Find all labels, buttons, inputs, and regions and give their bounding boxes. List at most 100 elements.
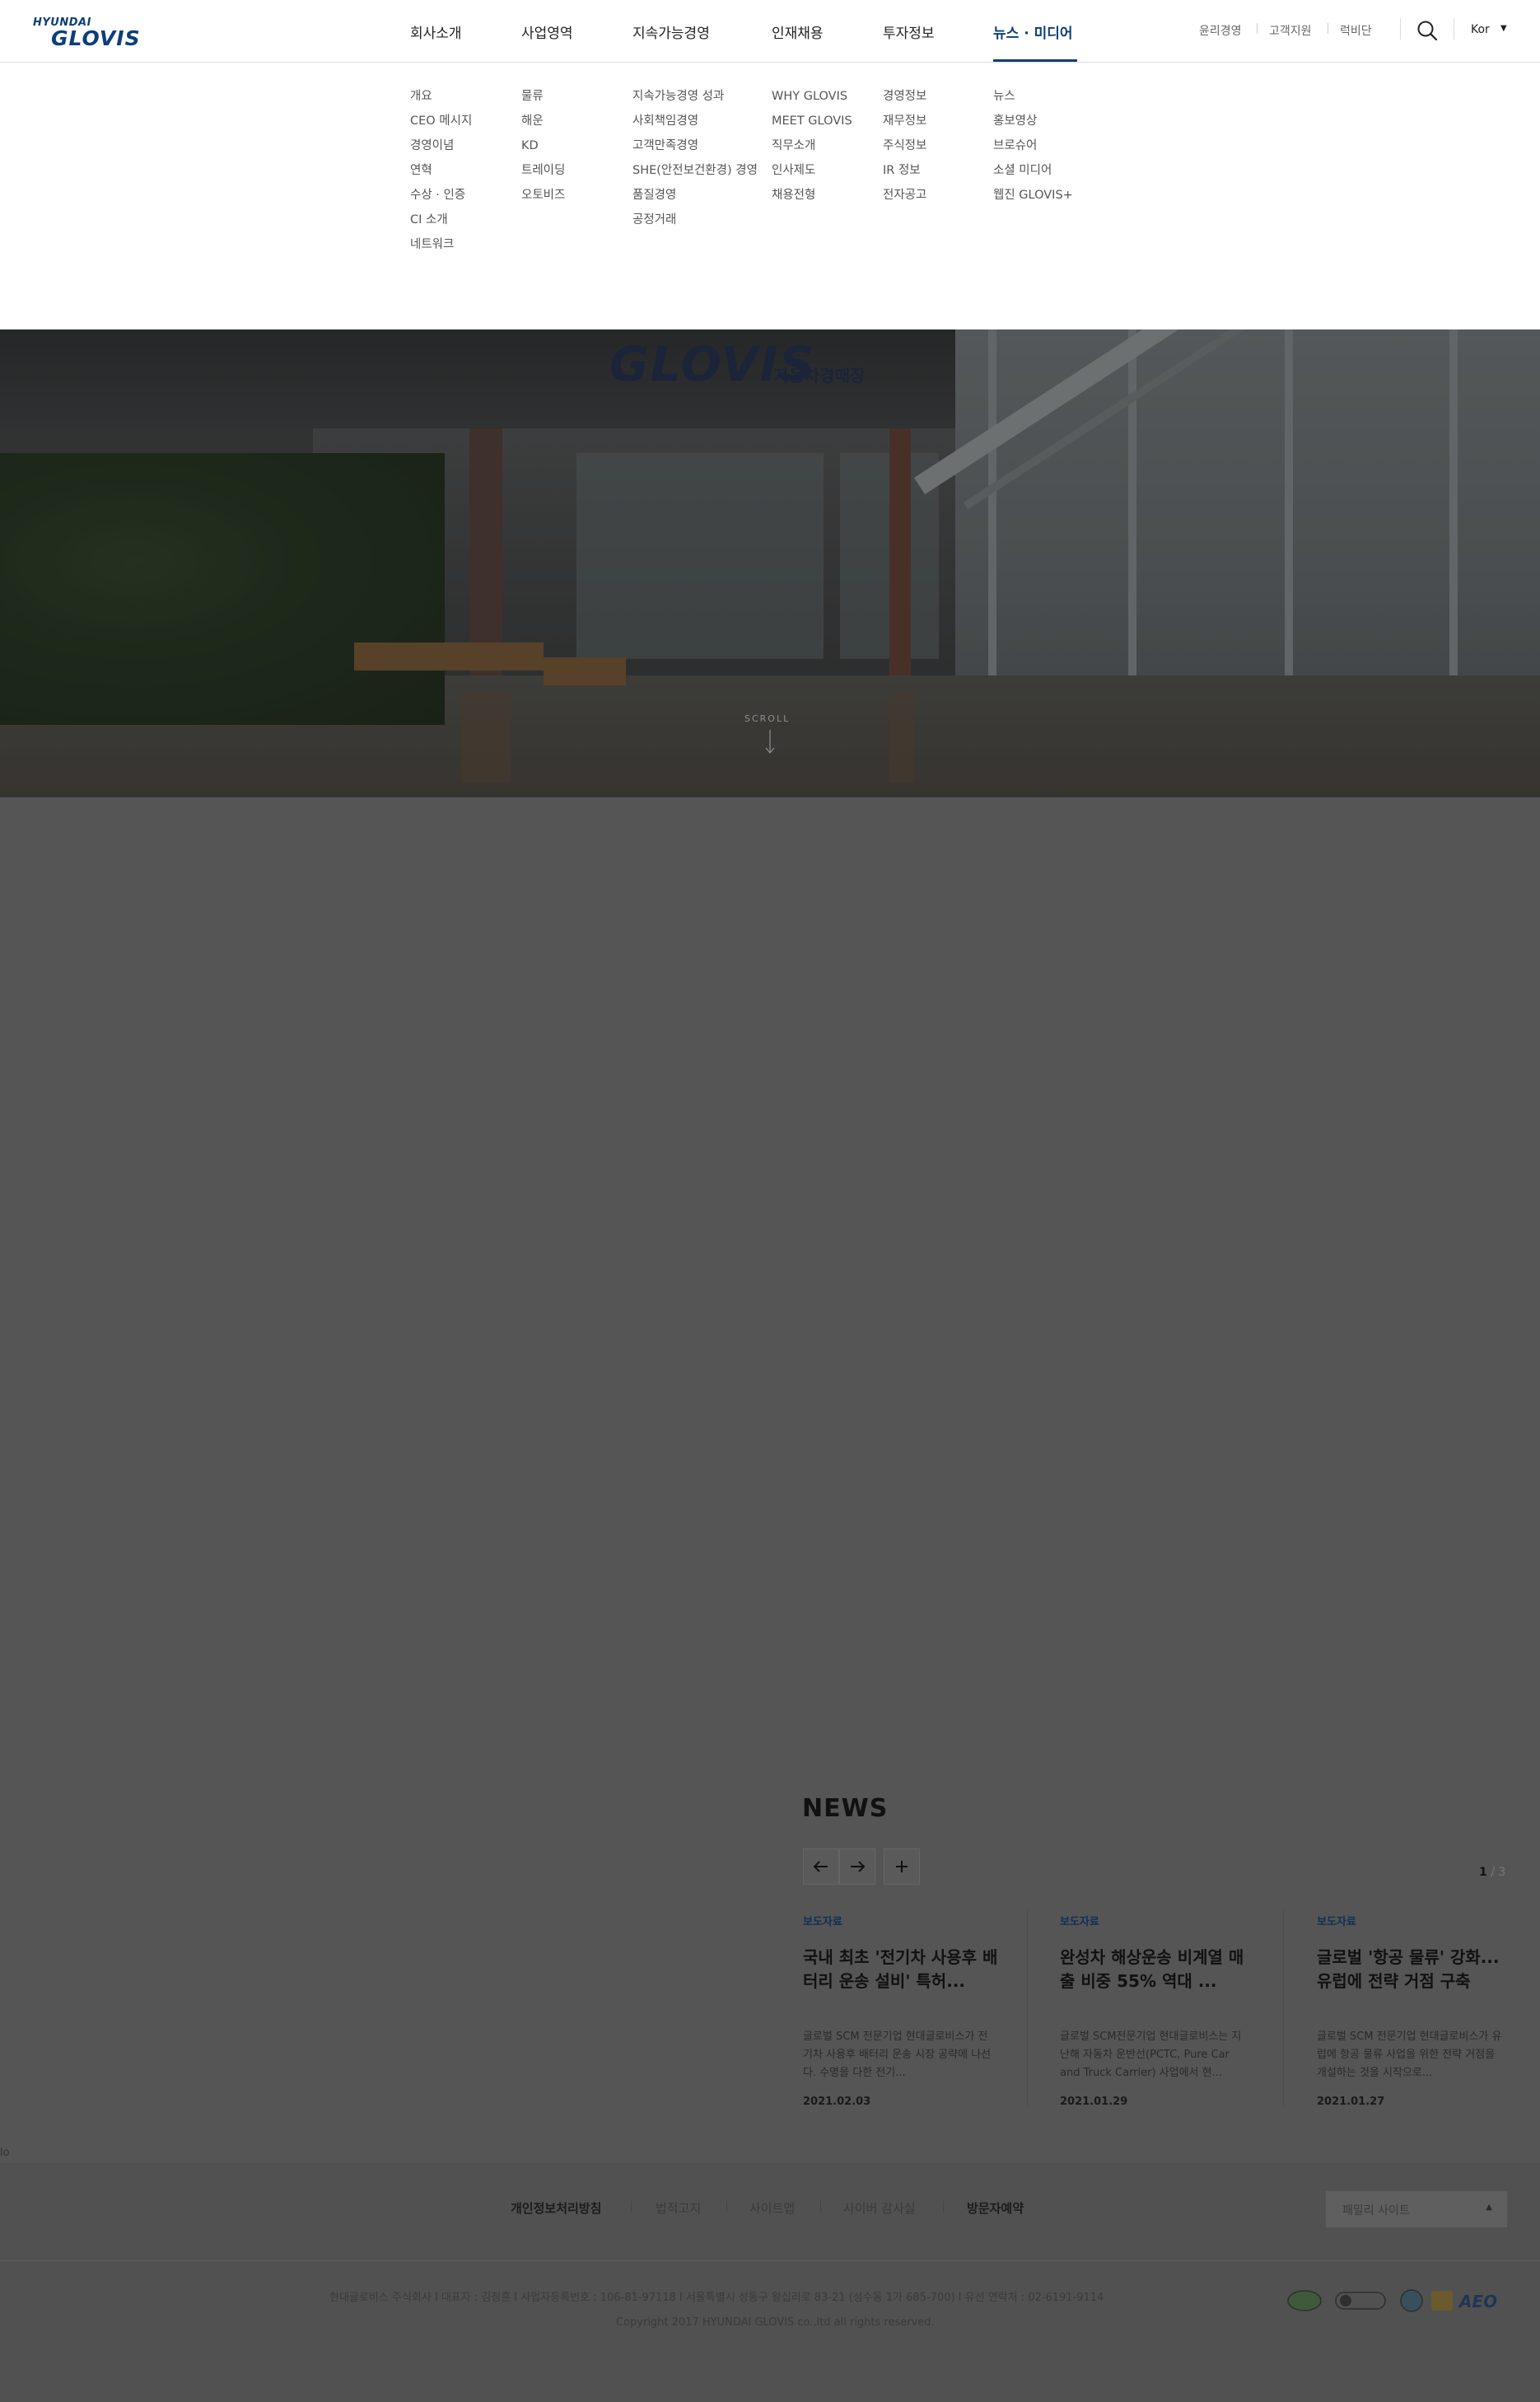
mega-col-company: 개요 CEO 메시지 경영이념 연혁 수상 · 인증 CI 소개 네트워크 xyxy=(410,84,472,257)
family-site-select[interactable]: 패밀리 사이트 ▲ xyxy=(1326,2191,1507,2227)
site-header: HYUNDAI GLOVIS 회사소개 사업영역 지속가능경영 인재채용 투자정… xyxy=(0,0,1540,63)
certification-badge-icon xyxy=(1431,2291,1453,2311)
footer-audit-link[interactable]: 사이버 감사실 xyxy=(843,2199,916,2217)
news-next-button[interactable] xyxy=(839,1848,875,1885)
news-category: 보도자료 xyxy=(1060,1916,1099,1928)
mega-link[interactable]: SHE(안전보건환경) 경영 xyxy=(632,158,758,183)
mega-col-business: 물류 해운 KD 트레이딩 오토비즈 xyxy=(521,84,565,208)
hero-visual: GLOVIS 자동차경매장 SCROLL xyxy=(0,329,1540,797)
mega-link[interactable]: 오토비즈 xyxy=(521,183,565,208)
mega-link[interactable]: MEET GLOVIS xyxy=(772,109,852,133)
mega-link[interactable]: 물류 xyxy=(521,84,565,109)
news-excerpt: 글로벌 SCM 전문기업 현대글로비스가 유럽에 항공 물류 사업을 위한 전략… xyxy=(1317,2030,1502,2079)
mega-link[interactable]: 사회책임경영 xyxy=(632,109,758,133)
news-card[interactable]: 보도자료 완성차 해상운송 비계열 매출 비중 55% 역대 ... 글로벌 S… xyxy=(1060,1913,1299,2110)
mega-link[interactable]: WHY GLOVIS xyxy=(772,84,852,109)
news-category: 보도자료 xyxy=(1317,1916,1356,1928)
card-divider xyxy=(1027,1909,1028,2107)
mega-link[interactable]: 홍보영상 xyxy=(993,109,1073,133)
mega-link[interactable]: 공정거래 xyxy=(632,208,758,232)
mega-link[interactable]: 지속가능경영 성과 xyxy=(632,84,758,109)
mega-link[interactable]: CEO 메시지 xyxy=(410,109,472,133)
mega-col-ir: 경영정보 재무정보 주식정보 IR 정보 전자공고 xyxy=(883,84,926,208)
mega-link[interactable]: 인사제도 xyxy=(772,158,852,183)
mega-link[interactable]: 트레이딩 xyxy=(521,158,565,183)
footer-privacy-link[interactable]: 개인정보처리방침 xyxy=(511,2199,601,2217)
mega-link[interactable]: 네트워크 xyxy=(410,232,472,257)
mega-link[interactable]: 전자공고 xyxy=(883,183,926,208)
gnb-sustainability[interactable]: 지속가능경영 xyxy=(632,21,710,42)
news-card[interactable]: 보도자료 글로벌 '항공 물류' 강화... 유럽에 전략 거점 구축 글로벌 … xyxy=(1317,1913,1523,2110)
plus-icon xyxy=(896,1861,908,1872)
news-prev-button[interactable] xyxy=(803,1848,839,1885)
stray-text: lo xyxy=(0,2147,10,2159)
svg-text:AEO: AEO xyxy=(1458,2292,1497,2311)
mega-link[interactable]: CI 소개 xyxy=(410,208,472,232)
mega-link[interactable]: 브로슈어 xyxy=(993,133,1073,158)
footer-visitor-link[interactable]: 방문자예약 xyxy=(967,2199,1024,2217)
util-support[interactable]: 고객지원 xyxy=(1269,22,1312,39)
gnb-ir[interactable]: 투자정보 xyxy=(883,21,935,42)
mega-link[interactable]: 품질경영 xyxy=(632,183,758,208)
news-date: 2021.01.29 xyxy=(1060,2096,1128,2108)
gnb-company[interactable]: 회사소개 xyxy=(410,21,462,42)
gnb-news-media[interactable]: 뉴스 · 미디어 xyxy=(993,21,1073,42)
footer-sitemap-link[interactable]: 사이트맵 xyxy=(749,2199,795,2217)
certification-badge-icon xyxy=(1335,2292,1386,2310)
news-date: 2021.02.03 xyxy=(803,2096,871,2108)
mega-link[interactable]: 경영정보 xyxy=(883,84,926,109)
mega-link[interactable]: 고객만족경영 xyxy=(632,133,758,158)
copyright: Copyright 2017 HYUNDAI GLOVIS co.,ltd al… xyxy=(616,2316,935,2329)
news-pager: 1 / 3 xyxy=(1479,1866,1505,1879)
footer-divider xyxy=(631,2201,632,2213)
footer-divider xyxy=(943,2201,944,2213)
hyundai-glovis-logo[interactable]: HYUNDAI GLOVIS xyxy=(31,16,155,50)
logo-line-2: GLOVIS xyxy=(51,26,141,50)
mega-link[interactable]: 해운 xyxy=(521,109,565,133)
news-excerpt: 글로벌 SCM 전문기업 현대글로비스가 전기차 사용후 배터리 운송 시장 공… xyxy=(803,2030,992,2079)
news-title[interactable]: 완성차 해상운송 비계열 매출 비중 55% 역대 ... xyxy=(1060,1946,1258,1993)
mega-link[interactable]: 개요 xyxy=(410,84,472,109)
mega-col-media: 뉴스 홍보영상 브로슈어 소셜 미디어 웹진 GLOVIS+ xyxy=(993,84,1073,208)
mega-link[interactable]: 주식정보 xyxy=(883,133,926,158)
mega-link[interactable]: 경영이념 xyxy=(410,133,472,158)
mega-link[interactable]: 수상 · 인증 xyxy=(410,183,472,208)
footer-divider xyxy=(820,2201,821,2213)
gnb-recruit[interactable]: 인재채용 xyxy=(772,21,824,42)
chevron-down-icon[interactable]: ▼ xyxy=(1500,24,1507,33)
search-icon[interactable] xyxy=(1416,20,1438,41)
mega-link[interactable]: 직무소개 xyxy=(772,133,852,158)
util-ethics[interactable]: 윤리경영 xyxy=(1199,22,1242,39)
mega-link[interactable]: KD xyxy=(521,133,565,158)
gnb-business[interactable]: 사업영역 xyxy=(521,21,573,42)
mega-col-recruit: WHY GLOVIS MEET GLOVIS 직무소개 인사제도 채용전형 xyxy=(772,84,852,208)
mega-link[interactable]: 채용전형 xyxy=(772,183,852,208)
news-title[interactable]: 국내 최초 '전기차 사용후 배터리 운송 설비' 특허... xyxy=(803,1946,1001,1993)
util-rugby[interactable]: 럭비단 xyxy=(1340,22,1372,39)
pager-separator: / xyxy=(1486,1866,1499,1879)
mega-link[interactable]: 연혁 xyxy=(410,158,472,183)
scroll-label[interactable]: SCROLL xyxy=(744,713,790,724)
mega-link[interactable]: 뉴스 xyxy=(993,84,1073,109)
footer-legal-link[interactable]: 법적고지 xyxy=(656,2199,701,2217)
gnb-active-underline xyxy=(993,59,1077,62)
language-select[interactable]: Kor xyxy=(1471,23,1490,36)
news-card[interactable]: 보도자료 국내 최초 '전기차 사용후 배터리 운송 설비' 특허... 글로벌… xyxy=(803,1913,1042,2110)
company-info: 현대글로비스 주식회사 I 대표자 : 김정훈 I 사업자등록번호 : 106-… xyxy=(329,2292,1104,2304)
news-title[interactable]: 글로벌 '항공 물류' 강화... 유럽에 전략 거점 구축 xyxy=(1317,1946,1514,1993)
pager-total: 3 xyxy=(1498,1866,1506,1879)
certification-badge-icon xyxy=(1287,2290,1322,2311)
certification-badge-icon xyxy=(1400,2289,1423,2312)
mega-link[interactable]: IR 정보 xyxy=(883,158,926,183)
card-divider xyxy=(1283,1909,1284,2107)
news-more-button[interactable] xyxy=(884,1848,920,1885)
mega-link[interactable]: 웹진 GLOVIS+ xyxy=(993,183,1073,208)
footer-divider xyxy=(726,2201,727,2213)
mega-link[interactable]: 소셜 미디어 xyxy=(993,158,1073,183)
family-site-label: 패밀리 사이트 xyxy=(1342,2204,1410,2217)
pager-current: 1 xyxy=(1479,1866,1487,1879)
chevron-up-icon: ▲ xyxy=(1486,2203,1492,2212)
hero-dim-overlay xyxy=(0,329,1540,797)
mega-link[interactable]: 재무정보 xyxy=(883,109,926,133)
arrow-down-icon[interactable] xyxy=(764,730,776,755)
